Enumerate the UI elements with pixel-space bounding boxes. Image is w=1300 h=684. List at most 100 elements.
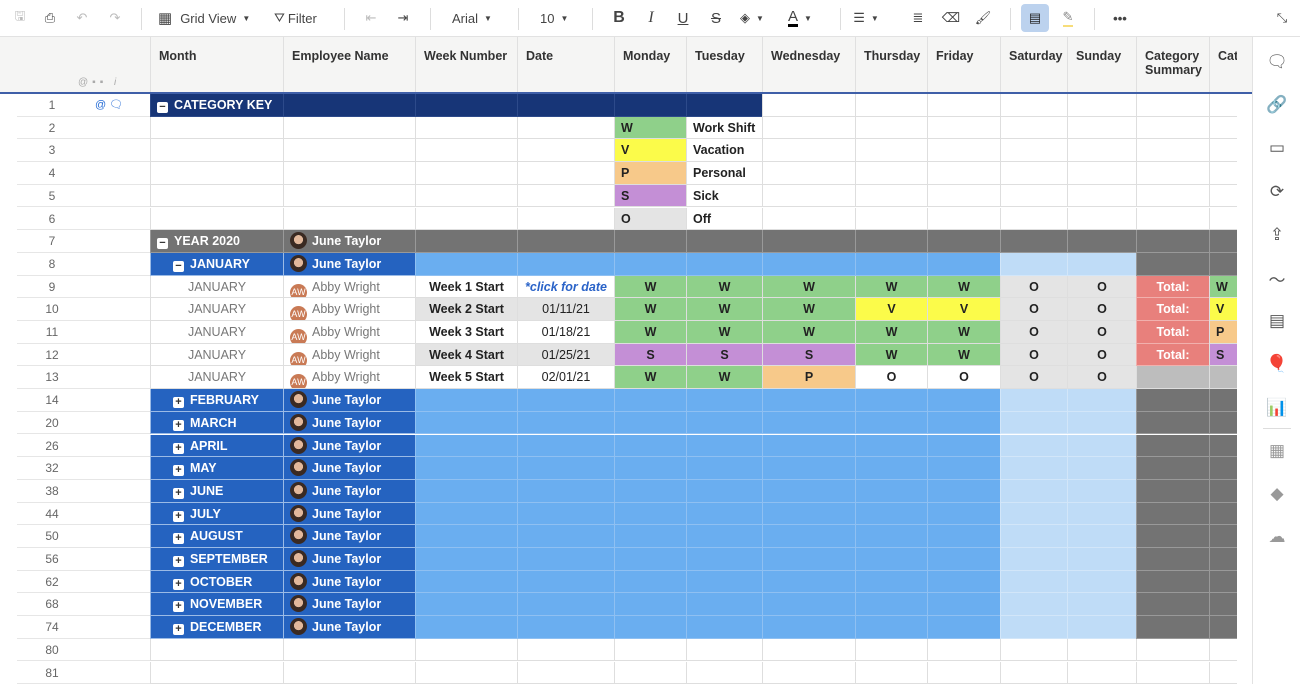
cell[interactable] — [517, 162, 614, 185]
update-requests-icon[interactable]: ⟳ — [1265, 180, 1289, 204]
cell[interactable] — [283, 184, 415, 208]
print-icon[interactable]: ⎙ — [36, 4, 64, 32]
cell[interactable] — [415, 116, 517, 140]
cell[interactable] — [1209, 570, 1237, 594]
undo-icon[interactable]: ↶ — [68, 4, 96, 32]
cell[interactable] — [283, 207, 415, 231]
cell[interactable] — [762, 162, 855, 185]
cell[interactable] — [614, 548, 686, 571]
cell[interactable] — [855, 502, 927, 526]
cell[interactable] — [517, 207, 614, 231]
cell[interactable] — [1067, 389, 1136, 412]
cell[interactable] — [1136, 525, 1209, 548]
cell[interactable] — [517, 94, 614, 117]
cell[interactable] — [614, 457, 686, 480]
cell[interactable] — [762, 434, 855, 458]
key-label[interactable]: Work Shift — [686, 116, 762, 140]
expand-icon[interactable]: + — [173, 601, 184, 613]
day-cell[interactable]: O — [1000, 321, 1067, 344]
day-cell[interactable]: O — [927, 366, 1000, 390]
cell[interactable] — [517, 593, 614, 617]
cell[interactable]: June Taylor — [283, 548, 415, 571]
cell[interactable] — [927, 162, 1000, 185]
cell[interactable] — [762, 411, 855, 435]
day-cell[interactable]: S — [686, 343, 762, 367]
cell[interactable] — [762, 389, 855, 412]
month-group[interactable]: + APRIL — [150, 434, 283, 458]
key-label[interactable]: Personal — [686, 162, 762, 185]
cell[interactable] — [686, 457, 762, 480]
cell[interactable] — [517, 230, 614, 253]
date-cell[interactable]: 02/01/21 — [517, 366, 614, 390]
cell[interactable] — [1136, 162, 1209, 185]
cell[interactable] — [517, 570, 614, 594]
cell[interactable] — [1000, 389, 1067, 412]
expand-icon[interactable]: + — [173, 465, 184, 477]
cell[interactable]: June Taylor — [283, 252, 415, 276]
cell[interactable]: June Taylor — [283, 411, 415, 435]
key-code[interactable]: S — [614, 184, 686, 208]
cell[interactable] — [1136, 502, 1209, 526]
category-cell[interactable]: S — [1209, 343, 1237, 367]
row-number[interactable]: 5 — [17, 185, 150, 208]
category-summary-cell[interactable] — [1136, 366, 1209, 390]
cell[interactable] — [1136, 638, 1209, 662]
day-cell[interactable]: W — [762, 321, 855, 344]
cell[interactable] — [1000, 661, 1067, 684]
cell[interactable] — [614, 525, 686, 548]
day-cell[interactable]: W — [855, 275, 927, 299]
publish-icon[interactable]: ⇪ — [1265, 223, 1289, 247]
format-painter-icon[interactable]: 🖌 — [969, 4, 997, 32]
row-number[interactable]: 32 — [17, 457, 150, 480]
cell[interactable] — [762, 207, 855, 231]
cell[interactable] — [855, 252, 927, 276]
jira-icon[interactable]: ◆ — [1265, 482, 1289, 506]
cell[interactable] — [614, 479, 686, 503]
row-number[interactable]: 10 — [17, 298, 150, 321]
column-header-date[interactable]: Date — [517, 37, 614, 92]
column-header-employee-name[interactable]: Employee Name — [283, 37, 415, 92]
month-cell[interactable]: JANUARY — [150, 366, 283, 390]
row-number[interactable]: 80 — [17, 639, 150, 662]
cell[interactable] — [686, 479, 762, 503]
cell[interactable] — [283, 638, 415, 662]
cell[interactable] — [686, 548, 762, 571]
outdent-icon[interactable]: ⇤ — [357, 4, 385, 32]
cell[interactable] — [283, 116, 415, 140]
cell[interactable] — [517, 389, 614, 412]
cell[interactable] — [1209, 661, 1237, 684]
row-number[interactable]: 44 — [17, 503, 150, 526]
cell[interactable] — [1136, 548, 1209, 571]
cell[interactable] — [415, 616, 517, 639]
cell[interactable] — [686, 616, 762, 639]
cell[interactable] — [1000, 502, 1067, 526]
month-group[interactable]: + AUGUST — [150, 525, 283, 548]
cell[interactable]: June Taylor — [283, 230, 415, 253]
cell[interactable] — [614, 94, 686, 117]
row-number[interactable]: 68 — [17, 593, 150, 617]
category-summary-cell[interactable]: Total: — [1136, 343, 1209, 367]
cell[interactable] — [1067, 479, 1136, 503]
cell[interactable] — [927, 570, 1000, 594]
cell[interactable] — [517, 548, 614, 571]
cell[interactable] — [762, 479, 855, 503]
expand-icon[interactable]: + — [173, 578, 184, 590]
key-code[interactable]: O — [614, 207, 686, 231]
cell[interactable] — [1000, 548, 1067, 571]
cell[interactable] — [855, 94, 927, 117]
cell[interactable] — [415, 230, 517, 253]
cell[interactable] — [1000, 593, 1067, 617]
highlight-changes-icon[interactable]: ✎ — [1054, 4, 1082, 32]
cell[interactable] — [927, 525, 1000, 548]
cell[interactable] — [415, 548, 517, 571]
cell[interactable] — [415, 94, 517, 117]
row-number[interactable]: 74 — [17, 616, 150, 639]
day-cell[interactable]: W — [614, 366, 686, 390]
cell[interactable] — [927, 548, 1000, 571]
cell[interactable] — [1209, 230, 1237, 253]
cell[interactable] — [415, 389, 517, 412]
employee-cell[interactable]: AW Abby Wright — [283, 321, 415, 344]
cell[interactable] — [517, 434, 614, 458]
column-header-category-summary[interactable]: Category Summary — [1136, 37, 1209, 92]
employee-cell[interactable]: AW Abby Wright — [283, 343, 415, 367]
